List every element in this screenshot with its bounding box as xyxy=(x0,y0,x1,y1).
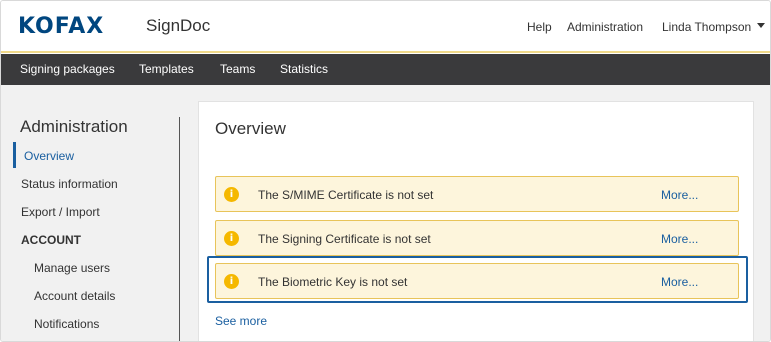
sidebar-item-notifications[interactable]: Notifications xyxy=(34,317,99,331)
active-indicator xyxy=(13,142,16,168)
nav-signing-packages[interactable]: Signing packages xyxy=(20,62,115,76)
sidebar-divider xyxy=(179,117,180,341)
administration-link[interactable]: Administration xyxy=(567,20,643,34)
header: KOFAX SignDoc Help Administration Linda … xyxy=(1,1,770,53)
focus-highlight xyxy=(207,256,748,303)
more-link[interactable]: More... xyxy=(661,188,698,202)
alert-signing-certificate: i The Signing Certificate is not set Mor… xyxy=(215,220,739,256)
more-link[interactable]: More... xyxy=(661,232,698,246)
sidebar-title: Administration xyxy=(20,117,128,136)
nav-teams[interactable]: Teams xyxy=(220,62,255,76)
product-name: SignDoc xyxy=(146,16,211,35)
user-menu[interactable]: Linda Thompson xyxy=(662,20,766,34)
user-name: Linda Thompson xyxy=(662,20,752,34)
help-link[interactable]: Help xyxy=(527,20,552,34)
overview-panel: Overview i The S/MIME Certificate is not… xyxy=(198,101,754,341)
caret-down-icon xyxy=(757,23,766,29)
app-window: KOFAX SignDoc Help Administration Linda … xyxy=(0,0,771,342)
main-nav: Signing packages Templates Teams Statist… xyxy=(1,54,770,85)
sidebar-item-export-import[interactable]: Export / Import xyxy=(21,205,100,219)
sidebar-section-account: ACCOUNT xyxy=(21,233,81,247)
sidebar-item-account-details[interactable]: Account details xyxy=(34,289,115,303)
page-title: Overview xyxy=(215,119,286,138)
nav-templates[interactable]: Templates xyxy=(139,62,194,76)
sidebar-item-manage-users[interactable]: Manage users xyxy=(34,261,110,275)
info-icon: i xyxy=(224,231,239,246)
kofax-logo[interactable]: KOFAX xyxy=(18,14,104,39)
alert-smime-certificate: i The S/MIME Certificate is not set More… xyxy=(215,176,739,212)
sidebar-item-overview[interactable]: Overview xyxy=(24,149,74,163)
alert-text: The S/MIME Certificate is not set xyxy=(258,188,434,202)
sidebar-item-status-information[interactable]: Status information xyxy=(21,177,118,191)
nav-statistics[interactable]: Statistics xyxy=(280,62,328,76)
info-icon: i xyxy=(224,187,239,202)
alert-text: The Signing Certificate is not set xyxy=(258,232,431,246)
see-more-link[interactable]: See more xyxy=(215,314,267,328)
